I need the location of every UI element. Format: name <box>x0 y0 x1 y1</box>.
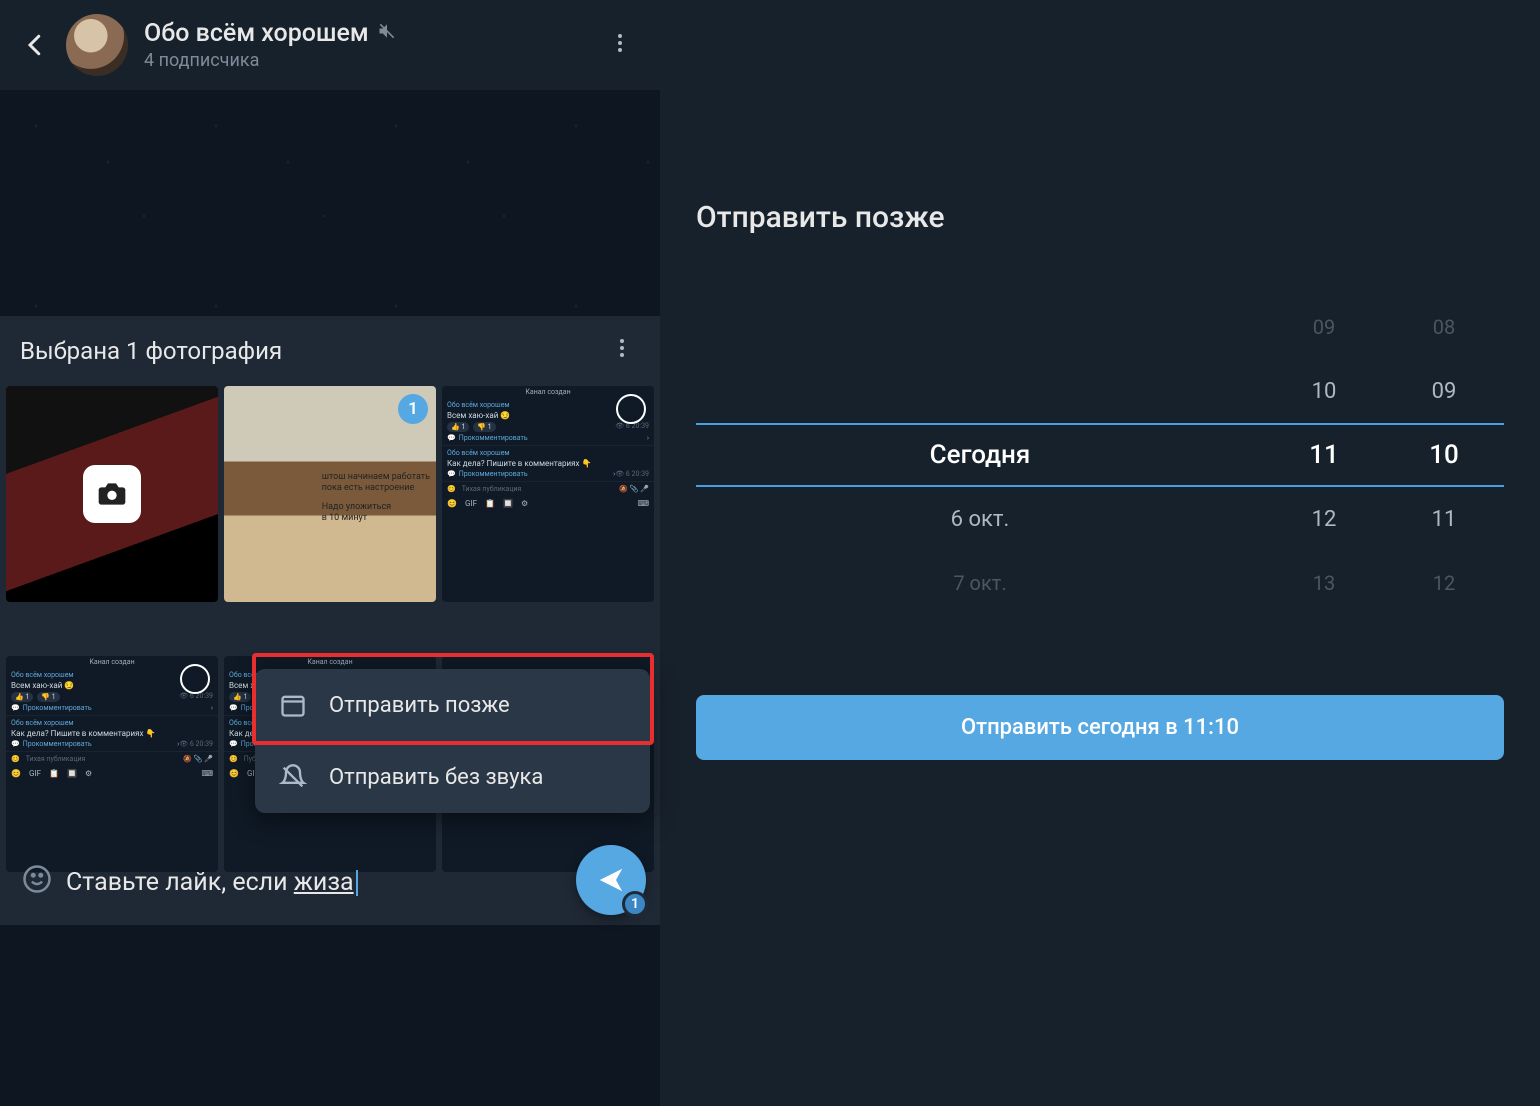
thumb-text: штош начинаем работать <box>322 472 430 483</box>
calendar-icon <box>279 691 307 719</box>
menu-label: Отправить позже <box>329 693 510 718</box>
camera-icon <box>83 465 141 523</box>
muted-icon <box>377 19 397 48</box>
send-button[interactable]: 1 <box>576 845 646 915</box>
mini-msg: Как дела? Пишите в комментариях 👇 <box>11 729 213 738</box>
mini-comment: Прокомментировать <box>459 470 528 478</box>
picker-cell[interactable]: 7 окт. <box>696 551 1264 615</box>
picker-cell[interactable] <box>696 295 1264 359</box>
bell-off-icon <box>279 763 307 791</box>
mini-channel: Обо всём хорошем <box>447 449 649 457</box>
hour-column[interactable]: 09 10 11 12 13 <box>1264 295 1384 615</box>
mini-banner: Канал создан <box>224 656 436 668</box>
confirm-schedule-button[interactable]: Отправить сегодня в 11:10 <box>696 695 1504 760</box>
selection-badge[interactable]: 1 <box>398 394 428 424</box>
sheet-more-button[interactable] <box>604 330 640 372</box>
back-button[interactable] <box>20 30 50 60</box>
send-options-menu: Отправить позже Отправить без звука <box>255 669 650 813</box>
mini-react: 👍 1 <box>447 422 469 432</box>
picker-cell[interactable]: 10 <box>1384 423 1504 487</box>
datetime-picker[interactable]: Сегодня 6 окт. 7 окт. 09 10 11 12 13 08 … <box>696 295 1504 615</box>
compose-bar: Ставьте лайк, если жиза <box>6 852 654 913</box>
picker-cell[interactable]: 6 окт. <box>696 487 1264 551</box>
compose-text-underlined: жиза <box>294 868 354 897</box>
mini-react: 👎 1 <box>37 692 59 702</box>
mini-react: 👍 1 <box>229 692 251 702</box>
chat-panel: Обо всём хорошем 4 подписчика Выбрана 1 … <box>0 0 660 925</box>
mini-comment: Прокомментировать <box>459 434 528 442</box>
gallery-thumb[interactable]: 1 штош начинаем работать пока есть настр… <box>224 386 436 602</box>
compose-text-prefix: Ставьте лайк, если <box>66 868 294 897</box>
chat-header: Обо всём хорошем 4 подписчика <box>0 0 660 90</box>
mini-gif: GIF <box>29 769 41 778</box>
mini-placeholder: Тихая публикация <box>26 755 86 763</box>
picker-cell[interactable]: Сегодня <box>696 423 1264 487</box>
attachment-sheet: Выбрана 1 фотография 1 штош начинаем раб… <box>0 315 660 925</box>
mini-time: 👁 6 20:39 <box>179 740 213 748</box>
picker-cell[interactable] <box>696 359 1264 423</box>
mini-comment: Прокомментировать <box>23 740 92 748</box>
gallery-grid: 1 штош начинаем работать пока есть настр… <box>0 386 660 925</box>
picker-cell[interactable]: 11 <box>1264 423 1384 487</box>
silent-send-item[interactable]: Отправить без звука <box>255 741 650 813</box>
sheet-title: Выбрана 1 фотография <box>20 337 282 365</box>
chat-title-block[interactable]: Обо всём хорошем 4 подписчика <box>144 19 584 71</box>
picker-cell[interactable]: 12 <box>1264 487 1384 551</box>
thumb-text: в 10 минут <box>322 513 430 524</box>
thumb-text: Надо уложиться <box>322 502 430 513</box>
picker-cell[interactable]: 09 <box>1264 295 1384 359</box>
compose-input[interactable]: Ставьте лайк, если жиза <box>66 868 638 897</box>
mini-react: 👎 1 <box>473 422 495 432</box>
mini-placeholder: Тихая публикация <box>462 485 522 493</box>
selection-circle[interactable] <box>180 664 210 694</box>
chat-title: Обо всём хорошем <box>144 19 369 48</box>
picker-cell[interactable]: 09 <box>1384 359 1504 423</box>
mini-gif: GIF <box>465 499 477 508</box>
mini-comment: Прокомментировать <box>23 704 92 712</box>
picker-cell[interactable]: 13 <box>1264 551 1384 615</box>
minute-column[interactable]: 08 09 10 11 12 <box>1384 295 1504 615</box>
date-column[interactable]: Сегодня 6 окт. 7 окт. <box>696 295 1264 615</box>
picker-cell[interactable]: 10 <box>1264 359 1384 423</box>
schedule-dialog: Отправить позже Сегодня 6 окт. 7 окт. 09… <box>660 0 1540 1106</box>
gallery-thumb[interactable]: Канал создан Обо всём хорошем Всем хаю-х… <box>6 656 218 872</box>
schedule-send-item[interactable]: Отправить позже <box>255 669 650 741</box>
mini-channel: Обо всём хорошем <box>11 719 213 727</box>
menu-label: Отправить без звука <box>329 765 543 790</box>
subscribers-count: 4 подписчика <box>144 50 584 71</box>
emoji-button[interactable] <box>22 864 52 901</box>
picker-cell[interactable]: 11 <box>1384 487 1504 551</box>
header-more-button[interactable] <box>600 23 640 67</box>
text-cursor <box>356 870 358 896</box>
picker-cell[interactable]: 08 <box>1384 295 1504 359</box>
selection-circle[interactable] <box>616 394 646 424</box>
mini-time: 👁 6 20:39 <box>615 470 649 478</box>
mini-react: 👍 1 <box>11 692 33 702</box>
camera-tile[interactable] <box>6 386 218 602</box>
thumb-text: пока есть настроение <box>322 483 430 494</box>
chat-avatar[interactable] <box>66 14 128 76</box>
send-badge: 1 <box>622 891 648 917</box>
schedule-title: Отправить позже <box>696 200 1504 235</box>
mini-msg: Как дела? Пишите в комментариях 👇 <box>447 459 649 468</box>
gallery-thumb[interactable]: Канал создан Обо всём хорошем Всем хаю-х… <box>442 386 654 602</box>
picker-cell[interactable]: 12 <box>1384 551 1504 615</box>
